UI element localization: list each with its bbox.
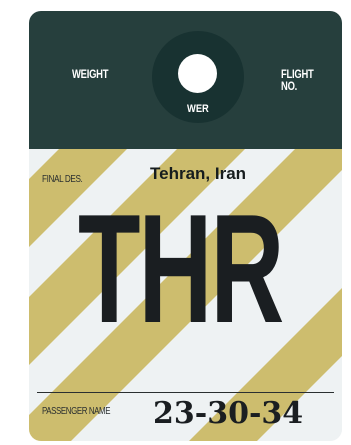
flight-number-label: FLIGHT NO.	[281, 69, 314, 93]
destination-city: Tehran, Iran	[150, 164, 247, 183]
passenger-name-value: 23-30-34	[153, 396, 304, 431]
divider	[37, 392, 334, 393]
passenger-name-label: PASSENGER NAME	[42, 405, 111, 417]
weight-label: WEIGHT	[72, 69, 109, 81]
tag-hole	[178, 54, 217, 93]
luggage-tag: WEIGHT WER FLIGHT NO. FINAL DES. Tehran,…	[29, 11, 342, 441]
tag-header: WEIGHT WER FLIGHT NO.	[29, 11, 342, 149]
airport-code: THR	[78, 182, 284, 355]
tag-body: FINAL DES. Tehran, Iran THR PASSENGER NA…	[29, 149, 342, 441]
final-destination-label: FINAL DES.	[42, 173, 83, 185]
hole-label: WER	[187, 103, 209, 115]
